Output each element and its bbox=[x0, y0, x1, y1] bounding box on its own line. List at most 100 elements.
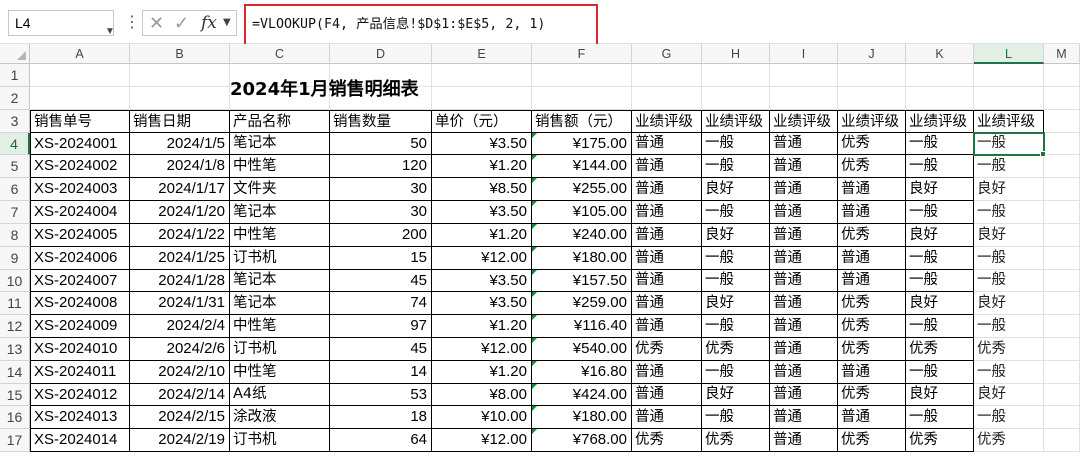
empty-cell[interactable] bbox=[30, 87, 130, 110]
column-header-c[interactable]: C bbox=[230, 44, 330, 64]
table-cell[interactable]: 2024/2/14 bbox=[130, 384, 230, 406]
table-cell[interactable]: 优秀 bbox=[838, 429, 906, 452]
header-cell[interactable]: 产品名称 bbox=[230, 110, 330, 133]
table-cell[interactable]: 一般 bbox=[906, 201, 974, 224]
empty-cell[interactable] bbox=[1044, 64, 1080, 87]
table-cell[interactable]: ¥116.40 bbox=[532, 315, 632, 338]
table-cell[interactable]: 普通 bbox=[838, 178, 906, 201]
table-cell[interactable]: 中性笔 bbox=[230, 361, 330, 384]
error-indicator-icon[interactable] bbox=[532, 315, 537, 320]
table-cell[interactable]: 53 bbox=[330, 384, 432, 406]
table-cell[interactable]: XS-2024011 bbox=[30, 361, 130, 384]
chevron-down-icon[interactable]: ▼ bbox=[223, 17, 231, 28]
table-cell[interactable]: 中性笔 bbox=[230, 155, 330, 178]
column-header-e[interactable]: E bbox=[432, 44, 532, 64]
empty-cell[interactable] bbox=[702, 87, 770, 110]
empty-cell[interactable] bbox=[1044, 338, 1080, 361]
table-cell[interactable]: 普通 bbox=[770, 201, 838, 224]
table-cell[interactable]: 2024/1/20 bbox=[130, 201, 230, 224]
table-cell[interactable]: ¥1.20 bbox=[432, 155, 532, 178]
table-cell[interactable]: ¥180.00 bbox=[532, 247, 632, 270]
error-indicator-icon[interactable] bbox=[532, 224, 537, 229]
error-indicator-icon[interactable] bbox=[532, 292, 537, 297]
table-cell[interactable]: 涂改液 bbox=[230, 406, 330, 429]
column-header-h[interactable]: H bbox=[702, 44, 770, 64]
table-cell[interactable]: ¥12.00 bbox=[432, 247, 532, 270]
more-options-icon[interactable]: ⋮ bbox=[124, 10, 140, 34]
table-cell[interactable]: 良好 bbox=[906, 384, 974, 406]
table-cell[interactable]: 一般 bbox=[702, 361, 770, 384]
table-cell[interactable]: 优秀 bbox=[838, 292, 906, 315]
error-indicator-icon[interactable] bbox=[532, 406, 537, 411]
row-header-4[interactable]: 4 bbox=[0, 133, 30, 155]
spreadsheet-grid[interactable]: A B C D E F G H I J K L M 1 2 3 4 5 6 7 8 9 10 11 12 13 14 15 16 17 20… bbox=[0, 44, 1080, 466]
empty-cell[interactable] bbox=[974, 64, 1044, 87]
table-cell[interactable]: XS-2024002 bbox=[30, 155, 130, 178]
table-cell[interactable]: 良好 bbox=[702, 292, 770, 315]
table-cell[interactable]: 普通 bbox=[770, 384, 838, 406]
table-cell[interactable]: 一般 bbox=[702, 133, 770, 155]
table-cell[interactable]: 优秀 bbox=[702, 338, 770, 361]
table-cell[interactable]: 2024/1/8 bbox=[130, 155, 230, 178]
table-cell[interactable]: 普通 bbox=[838, 406, 906, 429]
table-cell[interactable]: 一般 bbox=[702, 247, 770, 270]
row-header-7[interactable]: 7 bbox=[0, 201, 30, 224]
table-cell[interactable]: 2024/1/22 bbox=[130, 224, 230, 247]
empty-cell[interactable] bbox=[1044, 384, 1080, 406]
table-cell[interactable]: 一般 bbox=[974, 361, 1044, 384]
table-cell[interactable]: ¥10.00 bbox=[432, 406, 532, 429]
table-cell[interactable]: ¥105.00 bbox=[532, 201, 632, 224]
table-cell[interactable]: 2024/2/10 bbox=[130, 361, 230, 384]
error-indicator-icon[interactable] bbox=[532, 155, 537, 160]
column-header-b[interactable]: B bbox=[130, 44, 230, 64]
empty-cell[interactable] bbox=[1044, 406, 1080, 429]
row-header-9[interactable]: 9 bbox=[0, 247, 30, 270]
empty-cell[interactable] bbox=[632, 87, 702, 110]
table-cell[interactable]: 一般 bbox=[702, 406, 770, 429]
empty-cell[interactable] bbox=[30, 64, 130, 87]
table-cell[interactable]: 2024/2/4 bbox=[130, 315, 230, 338]
table-cell[interactable]: 良好 bbox=[702, 178, 770, 201]
table-cell[interactable]: 普通 bbox=[632, 247, 702, 270]
table-cell[interactable]: XS-2024010 bbox=[30, 338, 130, 361]
row-header-2[interactable]: 2 bbox=[0, 87, 30, 110]
cancel-icon[interactable]: ✕ bbox=[149, 11, 164, 36]
row-header-6[interactable]: 6 bbox=[0, 178, 30, 201]
table-cell[interactable]: 50 bbox=[330, 133, 432, 155]
table-cell[interactable]: 普通 bbox=[632, 361, 702, 384]
table-cell[interactable]: 2024/1/31 bbox=[130, 292, 230, 315]
empty-cell[interactable] bbox=[1044, 133, 1080, 155]
table-cell[interactable]: 2024/2/19 bbox=[130, 429, 230, 452]
table-cell[interactable]: 一般 bbox=[974, 315, 1044, 338]
table-cell[interactable]: 一般 bbox=[974, 133, 1044, 155]
table-cell[interactable]: 优秀 bbox=[702, 429, 770, 452]
table-cell[interactable]: 良好 bbox=[974, 224, 1044, 247]
table-cell[interactable]: 一般 bbox=[702, 155, 770, 178]
table-cell[interactable]: 优秀 bbox=[632, 429, 702, 452]
table-cell[interactable]: 200 bbox=[330, 224, 432, 247]
table-cell[interactable]: 18 bbox=[330, 406, 432, 429]
table-cell[interactable]: XS-2024001 bbox=[30, 133, 130, 155]
check-icon[interactable]: ✓ bbox=[174, 11, 189, 36]
select-all-button[interactable] bbox=[0, 44, 30, 64]
table-cell[interactable]: 45 bbox=[330, 270, 432, 292]
table-cell[interactable]: ¥8.50 bbox=[432, 178, 532, 201]
table-cell[interactable]: 64 bbox=[330, 429, 432, 452]
table-cell[interactable]: ¥1.20 bbox=[432, 224, 532, 247]
table-cell[interactable]: 一般 bbox=[906, 315, 974, 338]
empty-cell[interactable] bbox=[632, 64, 702, 87]
empty-cell[interactable] bbox=[130, 87, 230, 110]
column-header-k[interactable]: K bbox=[906, 44, 974, 64]
empty-cell[interactable] bbox=[432, 64, 532, 87]
table-cell[interactable]: 普通 bbox=[770, 292, 838, 315]
table-cell[interactable]: 优秀 bbox=[906, 338, 974, 361]
table-cell[interactable]: 2024/1/17 bbox=[130, 178, 230, 201]
table-cell[interactable]: 优秀 bbox=[838, 133, 906, 155]
empty-cell[interactable] bbox=[532, 64, 632, 87]
table-cell[interactable]: XS-2024007 bbox=[30, 270, 130, 292]
table-cell[interactable]: 普通 bbox=[770, 361, 838, 384]
table-cell[interactable]: 120 bbox=[330, 155, 432, 178]
table-cell[interactable]: 2024/1/25 bbox=[130, 247, 230, 270]
empty-cell[interactable] bbox=[1044, 361, 1080, 384]
error-indicator-icon[interactable] bbox=[532, 270, 537, 275]
